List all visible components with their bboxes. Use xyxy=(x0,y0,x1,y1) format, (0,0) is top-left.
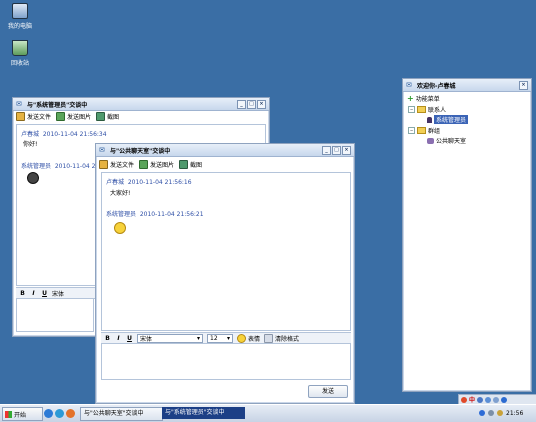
punctuation-icon[interactable] xyxy=(485,396,492,403)
message-history[interactable]: 卢春城 2010-11-04 21:56:16 大家好! 系统管理员 2010-… xyxy=(101,172,351,331)
window-titlebar[interactable]: ✉ 欢迎你-卢春城 × xyxy=(403,79,531,92)
maximize-button[interactable]: □ xyxy=(247,99,256,109)
recycle-bin-icon xyxy=(12,40,28,56)
chat-toolbar: 发送文件 发送图片 截图 xyxy=(13,111,269,121)
send-image-button[interactable]: 发送图片 xyxy=(56,111,91,121)
screenshot-button[interactable]: 截图 xyxy=(96,111,119,121)
message-input[interactable] xyxy=(16,299,94,332)
image-icon xyxy=(139,159,149,169)
qq-logo-icon: ✉ xyxy=(406,80,412,89)
window-titlebar[interactable]: ✉ 与"系统管理员"交谈中 _ □ × xyxy=(13,98,269,111)
folder-icon xyxy=(417,106,426,113)
font-select[interactable]: 宋体 xyxy=(52,289,64,298)
maximize-button[interactable]: □ xyxy=(332,145,341,155)
desktop-icon-my-computer[interactable]: 我的电脑 xyxy=(2,3,38,30)
help-icon[interactable] xyxy=(479,410,485,416)
collapse-icon[interactable]: − xyxy=(408,106,415,113)
ime-logo-icon[interactable] xyxy=(461,396,467,403)
collapse-icon[interactable]: − xyxy=(408,127,415,134)
window-title: 与"系统管理员"交谈中 xyxy=(27,101,88,109)
send-file-button[interactable]: 发送文件 xyxy=(16,111,51,121)
message-header: 系统管理员 2010-11-04 21:56:21 xyxy=(106,211,204,218)
minimize-button[interactable]: _ xyxy=(322,145,331,155)
clock[interactable]: 21:56 xyxy=(506,410,523,417)
qq-logo-icon: ✉ xyxy=(16,99,22,108)
user-icon xyxy=(427,116,432,123)
scissors-icon xyxy=(179,159,189,169)
minimize-button[interactable]: _ xyxy=(237,99,246,109)
settings-icon[interactable] xyxy=(501,396,508,403)
screenshot-button[interactable]: 截图 xyxy=(179,159,202,169)
send-button[interactable]: 发送 xyxy=(308,385,348,398)
format-toolbar: B I U 宋体 ▾ 12 ▾ 表情 清除格式 xyxy=(101,332,351,344)
message-text: 你好! xyxy=(23,141,38,148)
smile-icon xyxy=(237,333,246,343)
tree-group-groups[interactable]: − 群组 xyxy=(408,126,440,135)
volume-icon[interactable] xyxy=(497,410,503,416)
function-menu[interactable]: + 功能菜单 xyxy=(407,94,440,103)
start-button[interactable]: 开始 xyxy=(2,407,43,421)
close-button[interactable]: × xyxy=(342,145,351,155)
system-tray: 21:56 xyxy=(479,407,534,419)
clear-format-button[interactable]: 清除格式 xyxy=(264,333,299,343)
keyboard-icon[interactable] xyxy=(493,396,500,403)
group-icon xyxy=(427,137,434,144)
emoji-button[interactable]: 表情 xyxy=(237,333,260,343)
chevron-down-icon: ▾ xyxy=(196,334,200,342)
desktop-icon-label: 我的电脑 xyxy=(7,23,32,30)
taskbar: 开始 与"公共聊天室"交谈中 与"系统管理员"交谈中 21:56 xyxy=(0,404,536,422)
underline-button[interactable]: U xyxy=(126,335,133,342)
close-button[interactable]: × xyxy=(257,99,266,109)
eraser-icon xyxy=(264,333,274,343)
contacts-panel: ✉ 欢迎你-卢春城 × + 功能菜单 − 联系人 系统管理员 − 群组 公共聊天… xyxy=(402,78,532,392)
message-header: 卢春城 2010-11-04 21:56:34 xyxy=(21,131,107,138)
browser-icon[interactable] xyxy=(55,409,64,418)
smile-emoji-icon xyxy=(114,222,126,234)
window-titlebar[interactable]: ✉ 与"公共聊天室"交谈中 _ □ × xyxy=(96,144,354,157)
window-title: 欢迎你-卢春城 xyxy=(417,82,456,90)
bold-button[interactable]: B xyxy=(19,290,26,297)
send-file-icon xyxy=(16,111,25,121)
task-button-admin[interactable]: 与"系统管理员"交谈中 xyxy=(162,407,245,419)
chat-toolbar: 发送文件 发送图片 截图 xyxy=(96,159,354,169)
computer-icon xyxy=(12,3,28,19)
tree-item-contact[interactable]: 系统管理员 xyxy=(427,115,469,124)
chevron-down-icon: ▾ xyxy=(226,334,230,342)
image-icon xyxy=(56,111,66,121)
network-icon[interactable] xyxy=(488,410,494,416)
message-header: 卢春城 2010-11-04 21:56:16 xyxy=(106,179,192,186)
desktop-icon[interactable] xyxy=(44,409,53,418)
task-button-public[interactable]: 与"公共聊天室"交谈中 xyxy=(80,407,163,421)
underline-button[interactable]: U xyxy=(41,290,48,297)
desktop-icon-recycle-bin[interactable]: 回收站 xyxy=(2,40,38,67)
qq-logo-icon: ✉ xyxy=(99,145,105,154)
windows-logo-icon xyxy=(5,410,12,418)
bold-button[interactable]: B xyxy=(104,335,111,342)
message-text: 大家好! xyxy=(110,190,131,197)
format-toolbar: B I U 宋体 xyxy=(16,287,98,299)
chat-window-public: ✉ 与"公共聊天室"交谈中 _ □ × 发送文件 发送图片 截图 卢春城 201… xyxy=(95,143,355,404)
send-file-icon xyxy=(99,159,108,169)
tree-item-group[interactable]: 公共聊天室 xyxy=(427,136,466,145)
font-select[interactable]: 宋体 ▾ xyxy=(137,333,203,343)
window-title: 与"公共聊天室"交谈中 xyxy=(110,147,171,155)
ime-mode[interactable]: 中 xyxy=(469,395,475,404)
media-icon[interactable] xyxy=(66,409,75,418)
italic-button[interactable]: I xyxy=(115,335,122,342)
message-input[interactable] xyxy=(101,344,351,380)
desktop-icon-label: 回收站 xyxy=(10,60,29,67)
plus-icon: + xyxy=(407,94,414,103)
folder-icon xyxy=(417,127,426,134)
moon-icon[interactable] xyxy=(477,396,484,403)
send-file-button[interactable]: 发送文件 xyxy=(99,159,134,169)
close-button[interactable]: × xyxy=(519,80,528,90)
italic-button[interactable]: I xyxy=(30,290,37,297)
cool-emoji-icon xyxy=(27,172,39,184)
tree-group-contacts[interactable]: − 联系人 xyxy=(408,105,446,114)
scissors-icon xyxy=(96,111,106,121)
font-size-select[interactable]: 12 ▾ xyxy=(207,333,233,343)
send-image-button[interactable]: 发送图片 xyxy=(139,159,174,169)
